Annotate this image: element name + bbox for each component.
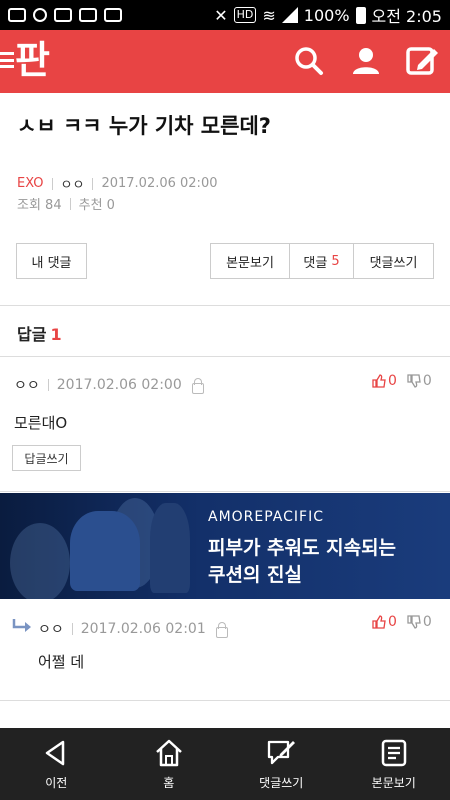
- divider: [47, 379, 49, 391]
- battery-icon: [355, 6, 366, 24]
- section-divider: [0, 491, 450, 492]
- status-right: ✕ HD ≋ 100% 오전 2:05: [214, 3, 442, 27]
- comment-edit-icon: [268, 740, 296, 764]
- nav-write-comment[interactable]: 댓글쓰기: [225, 728, 338, 800]
- comment-datetime: 2017.02.06 02:00: [56, 377, 182, 393]
- edit-icon[interactable]: [404, 43, 440, 79]
- message-icon: [8, 8, 26, 22]
- comment-datetime: 2017.02.06 02:01: [80, 621, 206, 637]
- article-action-group: 본문보기 댓글 5 댓글쓰기: [210, 243, 434, 279]
- app-header: 판: [0, 30, 450, 93]
- replies-heading-label: 답글: [17, 325, 47, 344]
- section-divider: [0, 356, 450, 357]
- category-link[interactable]: EXO: [17, 176, 44, 191]
- app-icon: [33, 8, 47, 22]
- write-comment-button[interactable]: 댓글쓰기: [354, 243, 434, 279]
- lock-icon: [191, 377, 204, 394]
- mute-icon: ✕: [214, 5, 228, 25]
- divider: [51, 177, 53, 190]
- nav-prev-label: 이전: [45, 775, 68, 790]
- view-body-label: 본문보기: [226, 255, 274, 271]
- view-body-button[interactable]: 본문보기: [210, 243, 290, 279]
- comment-author: ㅇㅇ: [14, 378, 40, 394]
- write-reply-button[interactable]: 답글쓰기: [12, 445, 81, 471]
- menu-icon[interactable]: [0, 52, 14, 68]
- write-comment-label: 댓글쓰기: [369, 255, 418, 271]
- thumbs-down-icon: [407, 615, 421, 629]
- ad-decoration: [10, 523, 70, 599]
- battery-percent: 100%: [303, 5, 350, 25]
- status-bar: ✕ HD ≋ 100% 오전 2:05: [0, 0, 450, 30]
- downvote-count: 0: [422, 373, 432, 389]
- user-icon[interactable]: [348, 43, 384, 79]
- comment-meta: ㅇㅇ 2017.02.06 02:01: [38, 619, 228, 639]
- downvote-count: 0: [422, 614, 432, 630]
- comments-label: 댓글: [303, 255, 328, 271]
- section-divider: [0, 305, 450, 306]
- upvote-count: 0: [388, 373, 397, 389]
- ad-model-image: [150, 503, 190, 593]
- nav-home-label: 홈: [163, 775, 175, 790]
- ad-model-image: [70, 511, 140, 591]
- pann-notification-icon: [104, 8, 122, 22]
- my-comments-button[interactable]: 내 댓글: [16, 243, 87, 279]
- ad-brand: AMOREPACIFIC: [208, 509, 324, 525]
- replies-heading: 답글 1: [17, 321, 62, 345]
- nav-view-body[interactable]: 본문보기: [338, 728, 450, 800]
- thumbs-down-icon: [407, 374, 421, 388]
- nav-home[interactable]: 홈: [113, 728, 226, 800]
- divider: [69, 197, 71, 210]
- status-left: [8, 8, 122, 22]
- comment-author: ㅇㅇ: [38, 622, 64, 638]
- wifi-icon: ≋: [262, 5, 276, 25]
- divider: [71, 623, 73, 635]
- upvote-button[interactable]: 0: [372, 614, 397, 630]
- home-icon: [155, 739, 182, 766]
- hd-icon: HD: [233, 7, 257, 23]
- thumbs-up-icon: [372, 374, 386, 388]
- back-icon: [46, 740, 65, 765]
- clock: 오전 2:05: [371, 7, 442, 26]
- pann-logo[interactable]: 판: [15, 38, 50, 82]
- document-icon: [381, 739, 406, 766]
- comment-text: 어쩔 데: [38, 653, 85, 671]
- upvote-count: 0: [388, 614, 397, 630]
- write-reply-label: 답글쓰기: [24, 451, 69, 466]
- nav-write-comment-label: 댓글쓰기: [259, 775, 304, 790]
- reply-arrow-icon: [12, 619, 31, 632]
- nav-prev[interactable]: 이전: [0, 728, 113, 800]
- recommend-count: 추천 0: [78, 198, 115, 213]
- ad-headline: 피부가 추워도 지속되는: [208, 537, 397, 559]
- thumbs-up-icon: [372, 615, 386, 629]
- downvote-button[interactable]: 0: [407, 373, 432, 389]
- comment-text: 모른대O: [14, 414, 68, 432]
- nav-view-body-label: 본문보기: [371, 775, 416, 790]
- signal-icon: [281, 7, 298, 23]
- comment-meta: ㅇㅇ 2017.02.06 02:00: [14, 375, 204, 395]
- downvote-button[interactable]: 0: [407, 614, 432, 630]
- image-icon: [54, 8, 72, 22]
- article-meta: EXO ㅇㅇ 2017.02.06 02:00: [17, 174, 217, 193]
- upvote-button[interactable]: 0: [372, 373, 397, 389]
- article-stats: 조회 84 추천 0: [17, 194, 115, 213]
- comments-count: 5: [331, 253, 340, 269]
- article-title: ㅅㅂ ㅋㅋ 누가 기차 모른데?: [17, 114, 271, 138]
- divider: [92, 177, 94, 190]
- ad-banner[interactable]: AMOREPACIFIC 피부가 추워도 지속되는 쿠션의 진실: [0, 493, 450, 599]
- comment-votes: 0 0: [372, 614, 432, 630]
- view-count: 조회 84: [17, 198, 62, 213]
- article-datetime: 2017.02.06 02:00: [101, 176, 218, 191]
- bottom-nav: 이전 홈 댓글쓰기 본문보기: [0, 728, 450, 800]
- replies-count: 1: [50, 325, 62, 344]
- pann-notification-icon: [79, 8, 97, 22]
- lock-icon: [215, 621, 228, 638]
- search-icon[interactable]: [291, 43, 327, 79]
- ad-subheadline: 쿠션의 진실: [208, 564, 303, 586]
- article-author: ㅇㅇ: [60, 178, 85, 193]
- comments-button[interactable]: 댓글 5: [290, 243, 354, 279]
- comment-votes: 0 0: [372, 373, 432, 389]
- my-comments-label: 내 댓글: [31, 255, 72, 271]
- section-divider: [0, 700, 450, 701]
